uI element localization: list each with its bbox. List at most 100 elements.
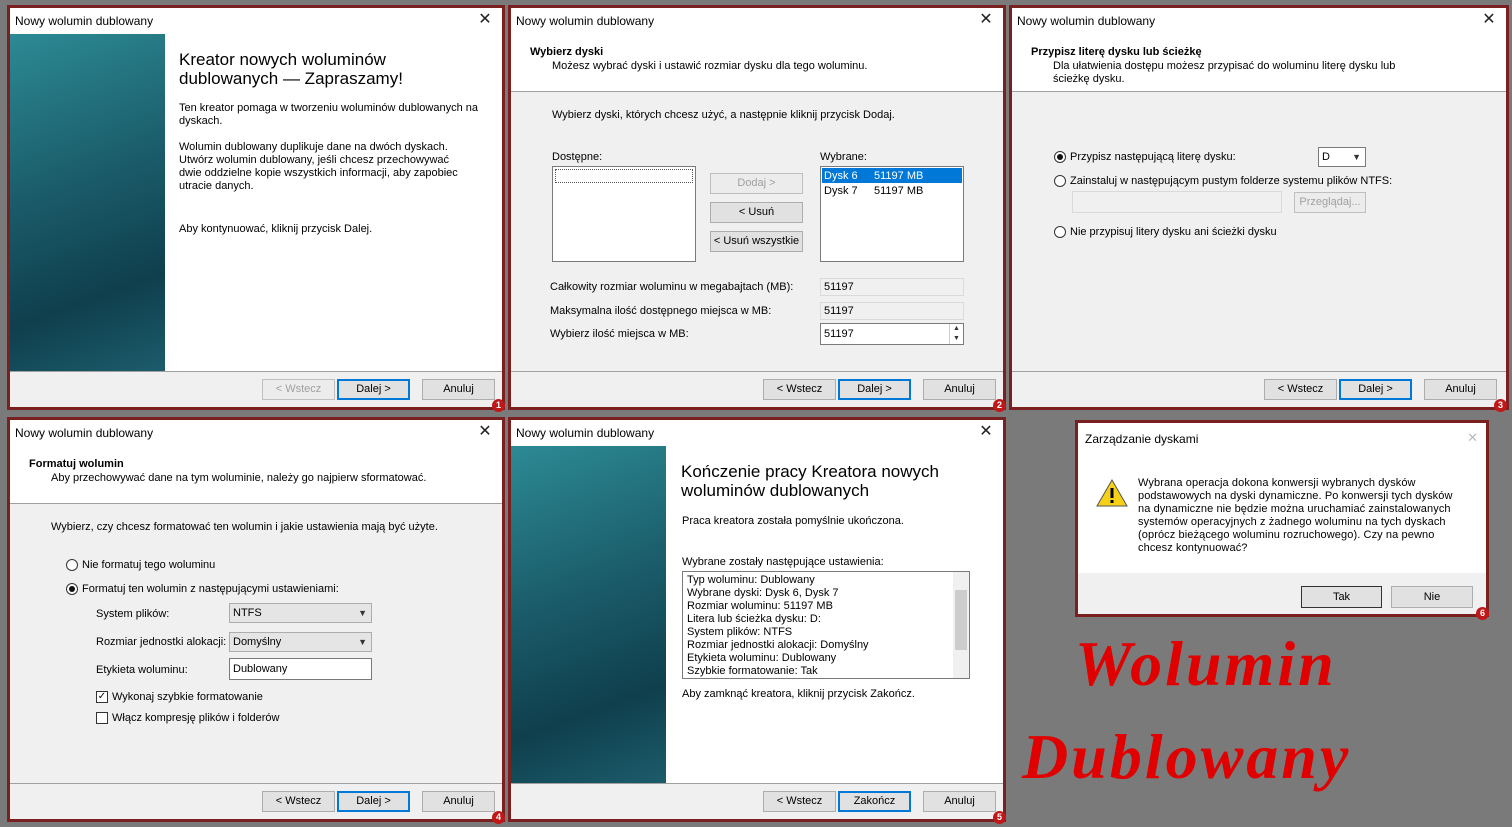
selected-disks-list[interactable]: Dysk 6 51197 MB Dysk 7 51197 MB: [820, 166, 964, 262]
wizard-side-banner: [10, 34, 165, 371]
assign-letter-radio[interactable]: [1054, 151, 1066, 163]
page-title: Przypisz literę dysku lub ścieżkę: [1031, 46, 1202, 58]
back-button[interactable]: < Wstecz: [763, 379, 836, 400]
close-icon[interactable]: ✕: [472, 421, 498, 443]
choose-size-label: Wybierz ilość miejsca w MB:: [550, 328, 689, 340]
title-bar: Nowy wolumin dublowany ✕: [10, 420, 502, 446]
next-button[interactable]: Dalej >: [838, 379, 911, 400]
back-button[interactable]: < Wstecz: [1264, 379, 1337, 400]
close-icon[interactable]: ✕: [973, 421, 999, 443]
remove-all-button[interactable]: < Usuń wszystkie: [710, 231, 803, 252]
close-icon[interactable]: ✕: [472, 9, 498, 31]
page-subtitle: Aby przechowywać dane na tym woluminie, …: [51, 472, 427, 484]
success-text: Praca kreatora została pomyślnie ukończo…: [682, 515, 904, 527]
cancel-button[interactable]: Anuluj: [923, 379, 996, 400]
back-button[interactable]: < Wstecz: [262, 379, 335, 400]
summary-line: Wybrane dyski: Dysk 6, Dysk 7: [687, 587, 839, 599]
summary-line: Litera lub ścieżka dysku: D:: [687, 613, 821, 625]
step-badge-6: 6: [1476, 607, 1489, 620]
warning-icon: [1096, 479, 1128, 507]
scroll-thumb[interactable]: [955, 590, 967, 650]
chevron-down-icon: ▼: [358, 608, 367, 618]
cancel-button[interactable]: Anuluj: [923, 791, 996, 812]
total-size-value: 51197: [820, 278, 964, 296]
mount-folder-radio[interactable]: [1054, 175, 1066, 187]
total-size-label: Całkowity rozmiar woluminu w megabajtach…: [550, 281, 794, 293]
list-focus-row: [555, 169, 693, 183]
button-bar: < Wstecz Dalej > Anuluj: [1012, 371, 1506, 407]
compression-checkbox[interactable]: [96, 712, 108, 724]
chevron-down-icon: ▼: [1352, 152, 1361, 162]
disk-size: 51197 MB: [874, 170, 924, 182]
file-system-select[interactable]: NTFS ▼: [229, 603, 372, 623]
folder-path-input[interactable]: [1072, 191, 1282, 213]
no-letter-label: Nie przypisuj litery dysku ani ścieżki d…: [1070, 226, 1277, 238]
available-disks-list[interactable]: [552, 166, 696, 262]
yes-button[interactable]: Tak: [1301, 586, 1382, 608]
welcome-heading: Kreator nowych woluminów dublowanych — Z…: [179, 50, 403, 88]
list-item[interactable]: Dysk 7 51197 MB: [822, 183, 962, 198]
button-bar: < Wstecz Dalej > Anuluj: [10, 783, 502, 819]
remove-button[interactable]: < Usuń: [710, 202, 803, 223]
settings-label: Wybrane zostały następujące ustawienia:: [682, 556, 884, 568]
no-button[interactable]: Nie: [1391, 586, 1473, 608]
stepper-arrows-icon[interactable]: ▲ ▼: [949, 324, 963, 344]
page-subtitle: Dla ułatwienia dostępu możesz przypisać …: [1053, 60, 1396, 85]
max-size-label: Maksymalna ilość dostępnego miejsca w MB…: [550, 305, 772, 317]
next-button[interactable]: Dalej >: [337, 379, 410, 400]
scrollbar[interactable]: [953, 572, 969, 678]
mount-folder-label: Zainstaluj w następującym pustym folderz…: [1070, 175, 1393, 187]
no-format-radio[interactable]: [66, 559, 78, 571]
cancel-button[interactable]: Anuluj: [422, 791, 495, 812]
wizard-side-banner: [511, 446, 666, 783]
drive-letter-select[interactable]: D ▼: [1318, 147, 1366, 167]
step-badge-3: 3: [1494, 399, 1507, 412]
drive-letter-value: D: [1322, 151, 1330, 163]
allocation-select[interactable]: Domyślny ▼: [229, 632, 372, 652]
summary-line: Szybkie formatowanie: Tak: [687, 665, 818, 677]
next-button[interactable]: Dalej >: [1339, 379, 1412, 400]
page-header: Wybierz dyski Możesz wybrać dyski i usta…: [511, 34, 1003, 92]
description-text: Wolumin dublowany duplikuje dane na dwóc…: [179, 141, 458, 192]
available-label: Dostępne:: [552, 151, 603, 163]
close-icon[interactable]: ✕: [973, 9, 999, 31]
back-button[interactable]: < Wstecz: [262, 791, 335, 812]
format-radio[interactable]: [66, 583, 78, 595]
page-subtitle: Możesz wybrać dyski i ustawić rozmiar dy…: [552, 60, 868, 72]
next-button[interactable]: Dalej >: [337, 791, 410, 812]
step-badge-1: 1: [492, 399, 505, 412]
disk-name: Dysk 6: [824, 170, 858, 182]
wizard-format-panel: Nowy wolumin dublowany ✕ Formatuj wolumin…: [7, 417, 505, 822]
button-bar: < Wstecz Dalej > Anuluj: [511, 371, 1003, 407]
page-title: Wybierz dyski: [530, 46, 604, 58]
add-button[interactable]: Dodaj >: [710, 173, 803, 194]
close-icon[interactable]: ✕: [1476, 9, 1502, 31]
window-title: Nowy wolumin dublowany: [516, 426, 655, 440]
finish-button[interactable]: Zakończ: [838, 791, 911, 812]
list-item[interactable]: Dysk 6 51197 MB: [822, 168, 962, 183]
size-stepper[interactable]: 51197 ▲ ▼: [820, 323, 964, 345]
intro-text: Ten kreator pomaga w tworzeniu woluminów…: [179, 102, 478, 127]
window-title: Nowy wolumin dublowany: [1017, 14, 1156, 28]
allocation-value: Domyślny: [233, 636, 282, 648]
quick-format-checkbox[interactable]: ✓: [96, 691, 108, 703]
wizard-finish-panel: Nowy wolumin dublowany ✕ Kończenie pracy …: [508, 417, 1006, 822]
summary-line: System plików: NTFS: [687, 626, 793, 638]
title-bar: Nowy wolumin dublowany ✕: [1012, 8, 1506, 34]
dialog-message: Wybrana operacja dokona konwersji wybran…: [1138, 477, 1453, 554]
back-button[interactable]: < Wstecz: [763, 791, 836, 812]
no-format-label: Nie formatuj tego woluminu: [82, 559, 216, 571]
disk-size: 51197 MB: [874, 185, 924, 197]
no-letter-radio[interactable]: [1054, 226, 1066, 238]
instruction-text: Wybierz dyski, których chcesz użyć, a na…: [552, 109, 895, 121]
settings-summary-box[interactable]: Typ woluminu: Dublowany Wybrane dyski: D…: [682, 571, 970, 679]
close-icon[interactable]: ✕: [1467, 430, 1478, 446]
file-system-value: NTFS: [233, 607, 262, 619]
cancel-button[interactable]: Anuluj: [422, 379, 495, 400]
cancel-button[interactable]: Anuluj: [1424, 379, 1497, 400]
step-badge-5: 5: [993, 811, 1006, 824]
browse-button[interactable]: Przeglądaj...: [1294, 192, 1366, 213]
summary-line: Rozmiar jednostki alokacji: Domyślny: [687, 639, 869, 651]
volume-label-input[interactable]: Dublowany: [229, 658, 372, 680]
quick-format-label: Wykonaj szybkie formatowanie: [112, 691, 263, 703]
